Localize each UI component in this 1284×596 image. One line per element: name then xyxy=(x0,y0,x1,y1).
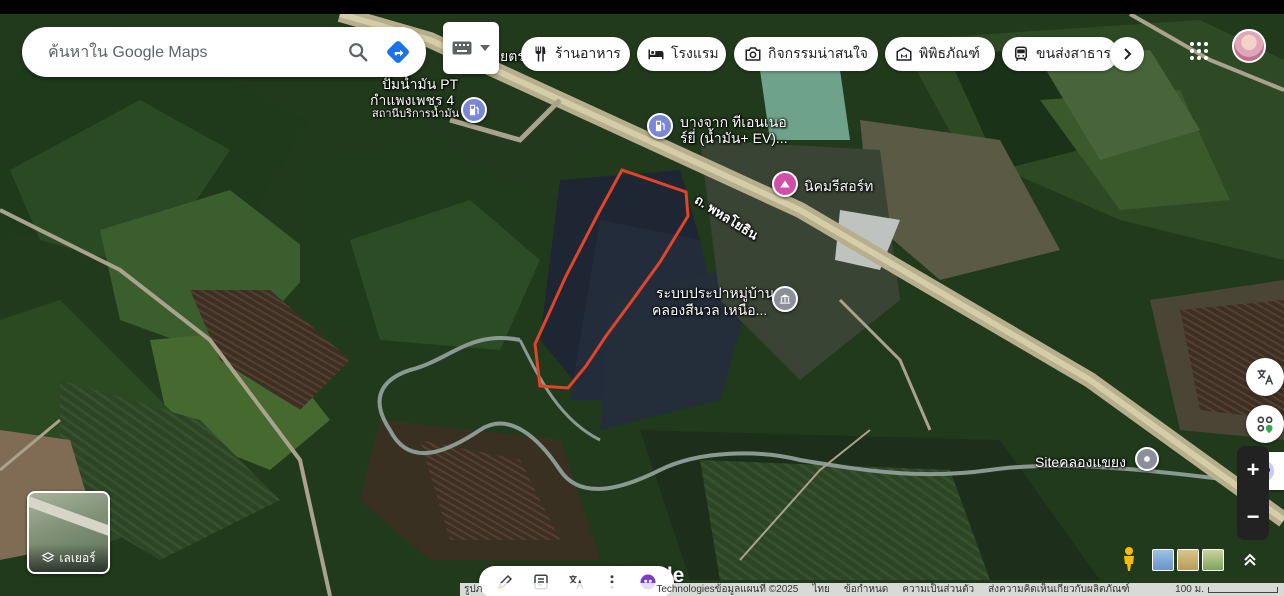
water-works-name-line1[interactable]: ระบบประปาหมู่บ้าน xyxy=(656,285,774,301)
layers-thumbnail-road xyxy=(29,494,108,542)
gas-station-name-line1[interactable]: ปั๊มน้ำมัน PT xyxy=(382,76,458,92)
resort-icon xyxy=(780,180,790,188)
satellite-map[interactable]: อก ยตร ปั๊มน้ำมัน PT กำแพงเพชร 4 สถานีบร… xyxy=(0,14,1284,596)
gas-station-type: สถานีบริการน้ำมัน xyxy=(372,108,460,120)
layers-icon xyxy=(41,552,55,563)
chevron-right-icon xyxy=(1124,48,1132,60)
gas-pump-icon xyxy=(469,104,479,116)
zoom-out-button[interactable]: − xyxy=(1247,505,1260,528)
chip-hotels[interactable]: โรงแรม xyxy=(637,37,726,71)
gas-station-name-line2[interactable]: กำแพงเพชร 4 xyxy=(370,92,454,108)
language-link[interactable]: ไทย xyxy=(812,583,829,596)
account-avatar[interactable] xyxy=(1232,29,1266,63)
chip-label: โรงแรม xyxy=(671,45,719,61)
caret-down-icon xyxy=(480,45,490,51)
resort-pin[interactable] xyxy=(772,171,798,197)
window-top-bar xyxy=(0,0,1284,14)
privacy-link[interactable]: ความเป็นส่วนตัว xyxy=(902,583,974,596)
search-button[interactable] xyxy=(338,32,378,72)
chip-label: กิจกรรมน่าสนใจ xyxy=(768,45,869,61)
chip-transit[interactable]: ขนส่งสาธาร xyxy=(1002,37,1118,71)
site-name[interactable]: Siteคลองแขยง xyxy=(1035,454,1126,470)
chip-things-to-do[interactable]: กิจกรรมน่าสนใจ xyxy=(734,37,878,71)
directions-button[interactable] xyxy=(378,32,418,72)
water-works-name-line2[interactable]: คลองสีนวล เหนือ... xyxy=(652,302,767,318)
layers-label: เลเยอร์ xyxy=(59,550,96,565)
map-data-credit: Technologiesข้อมูลแผนที่ ©2025 xyxy=(656,584,799,595)
apps-grid-icon xyxy=(1190,42,1208,60)
zoom-in-button[interactable]: + xyxy=(1247,458,1260,481)
search-icon xyxy=(349,43,368,62)
chip-restaurants[interactable]: ร้านอาหาร xyxy=(521,37,630,71)
imagery-thumbnails[interactable] xyxy=(1152,549,1224,571)
keyboard-icon xyxy=(452,41,472,55)
gas-station-pin[interactable] xyxy=(461,97,487,123)
translate-button[interactable] xyxy=(1246,358,1284,396)
zoom-controls[interactable]: + − xyxy=(1237,446,1269,540)
museum-icon xyxy=(896,47,912,61)
water-works-pin[interactable] xyxy=(772,286,798,312)
thumbnail-street[interactable] xyxy=(1202,549,1224,571)
apps-button[interactable] xyxy=(1186,38,1212,64)
translate-icon xyxy=(1257,369,1274,385)
government-building-icon xyxy=(779,294,791,304)
hotel-icon xyxy=(648,49,664,60)
bangchak-pin[interactable] xyxy=(647,113,673,139)
double-chevron-up-icon xyxy=(1244,553,1256,566)
search-box[interactable]: ค้นหาใน Google Maps xyxy=(22,27,426,77)
gas-pump-icon xyxy=(655,120,665,132)
layers-button[interactable]: เลเยอร์ xyxy=(27,491,110,574)
transit-icon xyxy=(1015,46,1027,62)
chip-museums[interactable]: พิพิธภัณฑ์ xyxy=(885,37,995,71)
scale-label: 100 ม. xyxy=(1175,584,1204,595)
chip-label: ขนส่งสาธาร xyxy=(1036,45,1111,61)
chip-label: พิพิธภัณฑ์ xyxy=(919,45,980,61)
nearby-grid-icon xyxy=(1257,416,1273,434)
restaurant-icon xyxy=(535,46,546,62)
bangchak-name-line1[interactable]: บางจาก ทีเอนเนอ xyxy=(680,114,787,130)
chips-next-button[interactable] xyxy=(1110,37,1144,71)
expand-button[interactable] xyxy=(1236,547,1264,573)
thumbnail-satellite[interactable] xyxy=(1177,549,1199,571)
scale-line xyxy=(1208,586,1278,593)
attribution-bar: รูปภ Technologiesข้อมูลแผนที่ ©2025 ไทย … xyxy=(460,583,1284,596)
directions-icon xyxy=(387,41,409,63)
chip-label: ร้านอาหาร xyxy=(555,45,621,61)
site-pin[interactable] xyxy=(1135,447,1159,471)
pegman-icon[interactable] xyxy=(1118,546,1140,572)
feedback-link[interactable]: ส่งความคิดเห็นเกี่ยวกับผลิตภัณฑ์ xyxy=(988,583,1130,596)
terms-link[interactable]: ข้อกำหนด xyxy=(844,583,888,596)
input-tools-button[interactable] xyxy=(443,22,499,74)
layers-caption: เลเยอร์ xyxy=(29,544,108,572)
imagery-credit: รูปภ xyxy=(464,584,483,595)
location-dot-icon xyxy=(1144,456,1150,462)
bangchak-name-line2[interactable]: ร์ยี่ (น้ำมัน+ EV)... xyxy=(680,130,788,146)
camera-icon xyxy=(745,47,761,61)
resort-name[interactable]: นิคมรีสอร์ท xyxy=(804,178,873,194)
scale-bar[interactable]: 100 ม. xyxy=(1175,583,1278,596)
nearby-button[interactable] xyxy=(1246,405,1284,443)
search-input[interactable]: ค้นหาใน Google Maps xyxy=(48,40,338,65)
satellite-imagery xyxy=(0,14,1284,596)
thumbnail-terrain[interactable] xyxy=(1152,549,1174,571)
